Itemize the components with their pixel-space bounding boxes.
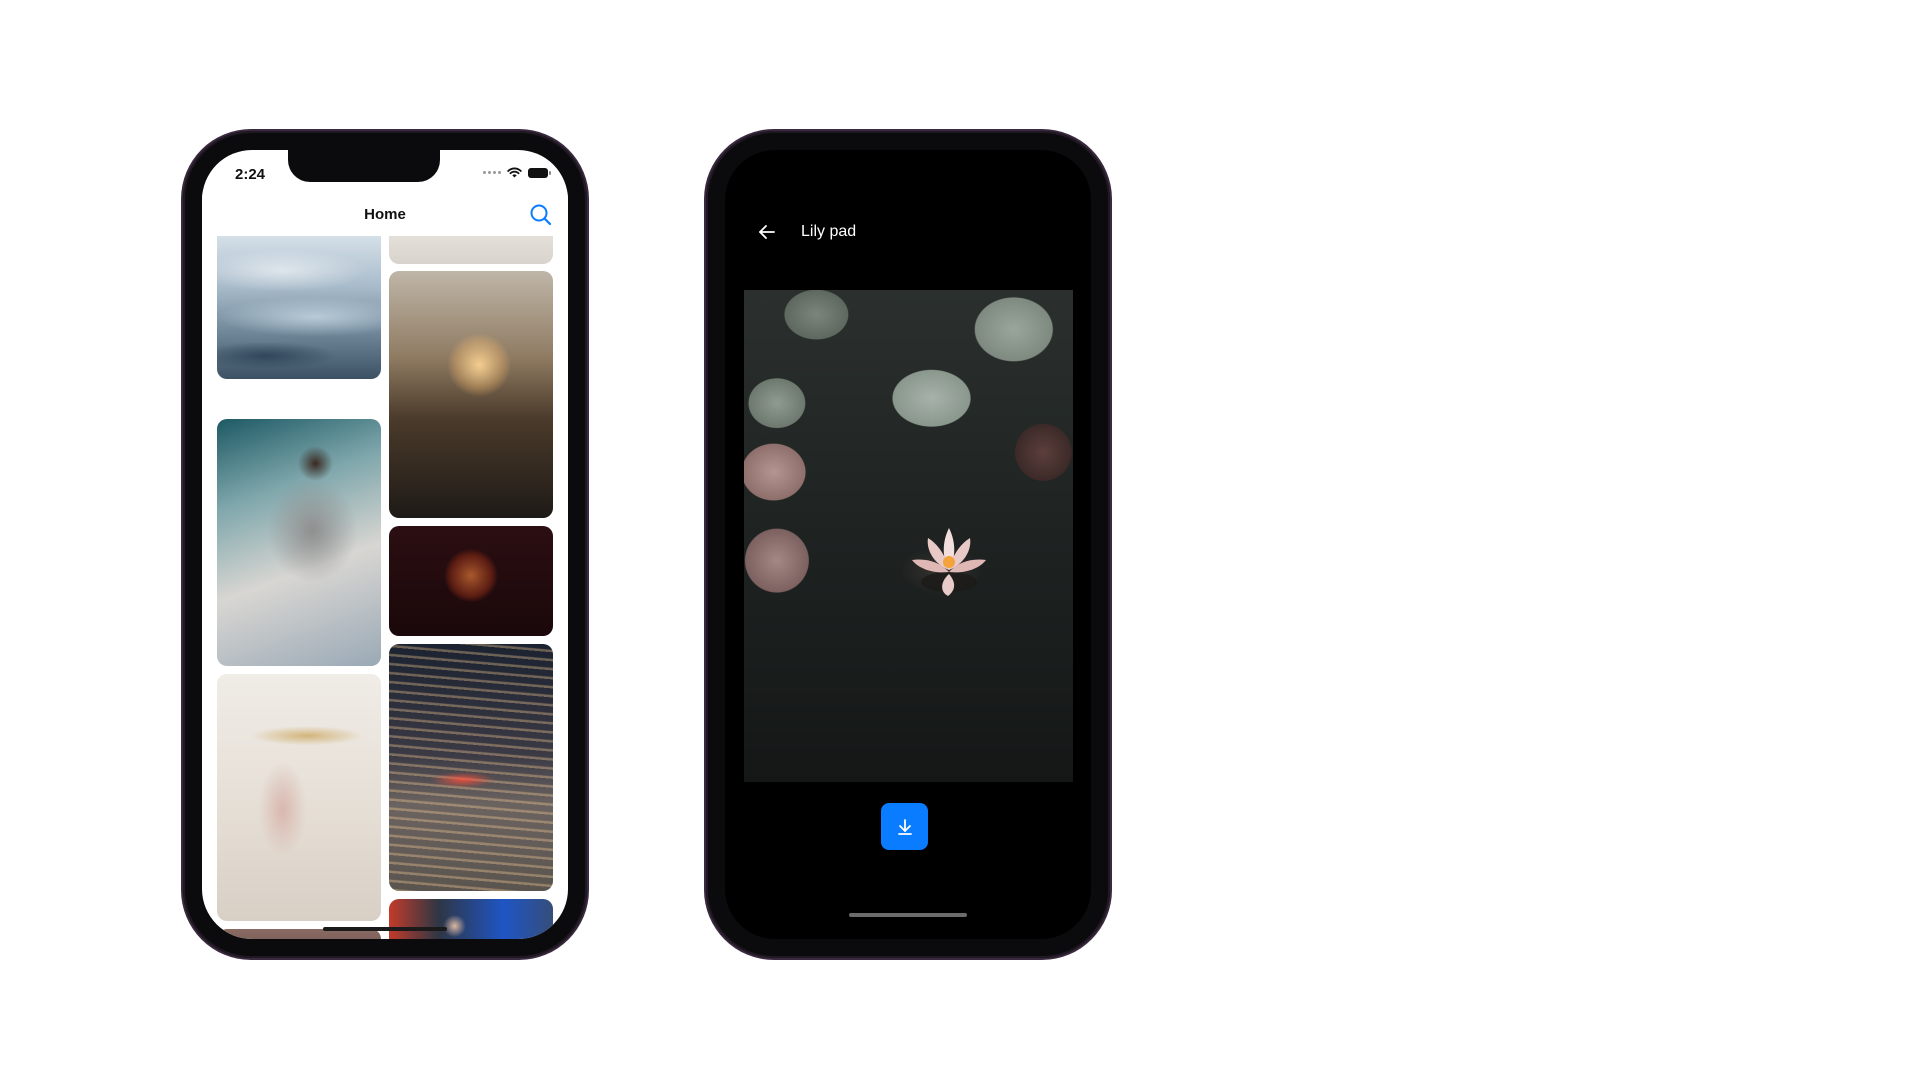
detail-screen: Lily pad <box>725 150 1091 939</box>
photo-grid <box>202 236 568 939</box>
search-button[interactable] <box>528 202 554 228</box>
partial-photo-bottom-right[interactable] <box>389 899 553 939</box>
status-icons <box>483 167 551 178</box>
page-title: Home <box>364 206 406 223</box>
mask-photo[interactable] <box>389 526 553 636</box>
arrow-left-icon <box>759 225 775 239</box>
clouds-photo[interactable] <box>217 236 381 379</box>
home-screen: 2:24 Home <box>202 150 568 939</box>
building-sunset-photo[interactable] <box>389 271 553 518</box>
birthday-girl-photo[interactable] <box>217 674 381 921</box>
cellular-dots-icon <box>483 171 501 174</box>
lily-pad-photo <box>744 290 1073 782</box>
battery-icon <box>528 167 551 178</box>
download-icon <box>897 818 912 835</box>
man-laptop-photo[interactable] <box>217 419 381 666</box>
partial-photo-top[interactable] <box>389 236 553 264</box>
phone-home: 2:24 Home <box>183 131 587 958</box>
status-time: 2:24 <box>235 166 266 183</box>
home-indicator[interactable] <box>849 913 967 917</box>
search-icon <box>530 204 552 226</box>
phone-detail: Lily pad <box>706 131 1110 958</box>
notch <box>288 150 440 182</box>
photo-title: Lily pad <box>801 223 857 240</box>
back-button[interactable] <box>755 220 779 244</box>
download-button[interactable] <box>881 803 928 850</box>
lotus-flower <box>912 528 986 596</box>
home-nav-bar: Home <box>202 192 568 236</box>
detail-nav-bar: Lily pad <box>725 212 1091 252</box>
home-indicator[interactable] <box>323 927 447 931</box>
canvas: 2:24 Home Lily pad <box>0 0 1920 1080</box>
night-street-photo[interactable] <box>389 644 553 891</box>
wifi-icon <box>507 167 522 178</box>
